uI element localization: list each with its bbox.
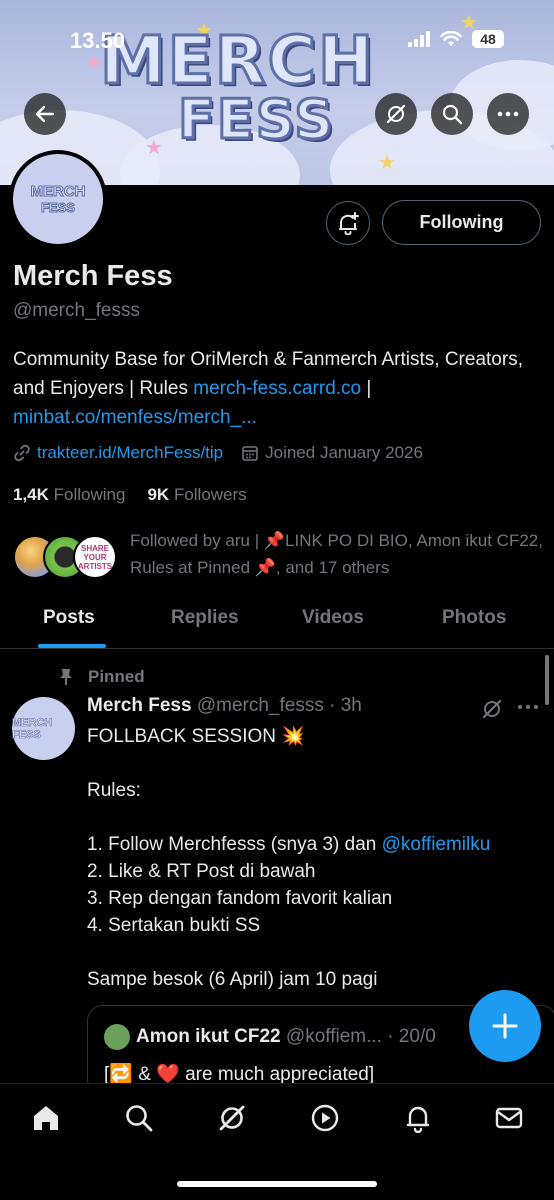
followers-stat[interactable]: 9K Followers bbox=[147, 485, 246, 505]
grok-icon[interactable] bbox=[481, 698, 503, 720]
back-arrow-icon bbox=[35, 105, 55, 123]
pin-icon bbox=[60, 669, 72, 685]
scrollbar[interactable] bbox=[545, 655, 549, 705]
bio-link-minbat[interactable]: minbat.co/menfess/merch_... bbox=[13, 407, 257, 428]
plus-icon bbox=[492, 1013, 518, 1039]
post-body: FOLLBACK SESSION 💥 Rules: 1. Follow Merc… bbox=[87, 723, 542, 993]
profile-bio: Community Base for OriMerch & Fanmerch A… bbox=[13, 345, 543, 432]
wifi-icon bbox=[440, 31, 462, 46]
quote-author-meta: @koffiem... · 20/0 bbox=[285, 1026, 436, 1048]
followed-by-text: Followed by aru | 📌LINK PO DI BIO, Amon … bbox=[130, 531, 543, 577]
post-author-name[interactable]: Merch Fess bbox=[87, 695, 192, 716]
joined-date: Joined January 2026 bbox=[265, 443, 423, 462]
post-line bbox=[87, 750, 542, 777]
nav-grok[interactable] bbox=[215, 1101, 249, 1135]
tab-videos[interactable]: Videos bbox=[302, 607, 364, 629]
following-label: Following bbox=[53, 485, 126, 504]
nav-messages[interactable] bbox=[492, 1101, 526, 1135]
mail-icon bbox=[495, 1107, 523, 1129]
avatar-logo-line2: FESS bbox=[41, 200, 76, 216]
status-bar: 13.50 48 bbox=[0, 0, 554, 80]
avatar-logo-line1: MERCH bbox=[30, 183, 86, 201]
notification-bell-icon bbox=[339, 212, 359, 235]
post-line: FOLLBACK SESSION 💥 bbox=[87, 726, 305, 747]
post-line-with-mention: 1. Follow Merchfesss (snya 3) dan @koffi… bbox=[87, 831, 542, 858]
battery-indicator: 48 bbox=[472, 30, 504, 48]
notification-bell-icon bbox=[406, 1106, 430, 1133]
tab-replies[interactable]: Replies bbox=[171, 607, 239, 629]
tab-photos[interactable]: Photos bbox=[442, 607, 506, 629]
followed-by-section[interactable]: SHARE YOUR ARTISTS Followed by aru | 📌LI… bbox=[13, 527, 543, 583]
post-line bbox=[87, 939, 542, 966]
following-stat[interactable]: 1,4K Following bbox=[13, 485, 125, 505]
profile-handle: @merch_fesss bbox=[13, 300, 140, 321]
more-icon bbox=[497, 111, 519, 117]
post-line-text: 1. Follow Merchfesss (snya 3) dan bbox=[87, 834, 382, 855]
notification-subscribe-button[interactable] bbox=[326, 201, 370, 245]
profile-stats: 1,4K Following 9K Followers bbox=[13, 485, 247, 505]
calendar-icon bbox=[242, 446, 258, 461]
bio-link-carrd[interactable]: merch-fess.carrd.co bbox=[193, 378, 361, 399]
post-line: Rules: bbox=[87, 780, 141, 801]
home-indicator[interactable] bbox=[177, 1181, 377, 1187]
star-decoration: ★ bbox=[378, 152, 396, 174]
search-icon bbox=[126, 1105, 153, 1132]
banner-logo-line2: FESS bbox=[176, 87, 336, 153]
home-icon bbox=[34, 1106, 58, 1130]
profile-meta: trakteer.id/MerchFess/tip Joined January… bbox=[13, 443, 441, 463]
grok-icon bbox=[386, 104, 406, 124]
post-line bbox=[87, 804, 542, 831]
follower-avatar: SHARE YOUR ARTISTS bbox=[73, 535, 117, 579]
profile-tabs: Posts Replies Videos Photos bbox=[0, 597, 554, 649]
cellular-signal-icon bbox=[408, 31, 430, 47]
following-count: 1,4K bbox=[13, 485, 49, 504]
status-time: 13.50 bbox=[70, 28, 126, 53]
nav-search[interactable] bbox=[122, 1101, 156, 1135]
post-header: Merch Fess @merch_fesss · 3h bbox=[87, 695, 362, 717]
search-button[interactable] bbox=[431, 93, 473, 135]
back-button[interactable] bbox=[24, 93, 66, 135]
post-line: 4. Sertakan bukti SS bbox=[87, 915, 261, 936]
grok-icon bbox=[219, 1105, 245, 1131]
quote-author-name: Amon ikut CF22 bbox=[136, 1026, 281, 1048]
mention-link[interactable]: @koffiemilku bbox=[382, 834, 491, 855]
nav-home[interactable] bbox=[29, 1101, 63, 1135]
post-line: 3. Rep dengan fandom favorit kalian bbox=[87, 888, 393, 909]
followers-count: 9K bbox=[147, 485, 170, 504]
pinned-text: Pinned bbox=[88, 667, 145, 686]
post-avatar-logo: MERCH FESS bbox=[12, 716, 53, 741]
bio-separator: | bbox=[361, 378, 372, 399]
post-author-avatar[interactable]: MERCH FESS bbox=[12, 697, 75, 760]
pinned-label: Pinned bbox=[58, 667, 145, 687]
post-line: 2. Like & RT Post di bawah bbox=[87, 861, 316, 882]
profile-avatar[interactable]: MERCH FESS bbox=[9, 150, 107, 248]
nav-video[interactable] bbox=[308, 1101, 342, 1135]
quote-author-avatar bbox=[104, 1024, 130, 1050]
nav-notifications[interactable] bbox=[401, 1101, 435, 1135]
followers-label: Followers bbox=[173, 485, 247, 504]
post-line: Sampe besok (6 April) jam 10 pagi bbox=[87, 969, 378, 990]
active-tab-indicator bbox=[38, 644, 106, 648]
website-link[interactable]: trakteer.id/MerchFess/tip bbox=[37, 443, 223, 463]
grok-button[interactable] bbox=[375, 93, 417, 135]
search-icon bbox=[442, 104, 463, 125]
tab-posts[interactable]: Posts bbox=[43, 607, 95, 629]
link-icon bbox=[14, 444, 30, 462]
post-more-icon[interactable] bbox=[517, 704, 539, 710]
video-play-icon bbox=[311, 1104, 339, 1132]
star-decoration: ★ bbox=[145, 137, 163, 159]
compose-button[interactable] bbox=[469, 990, 541, 1062]
more-button[interactable] bbox=[487, 93, 529, 135]
post-author-meta: @merch_fesss · 3h bbox=[196, 695, 362, 716]
profile-name: Merch Fess bbox=[13, 260, 173, 292]
following-button[interactable]: Following bbox=[382, 200, 541, 245]
